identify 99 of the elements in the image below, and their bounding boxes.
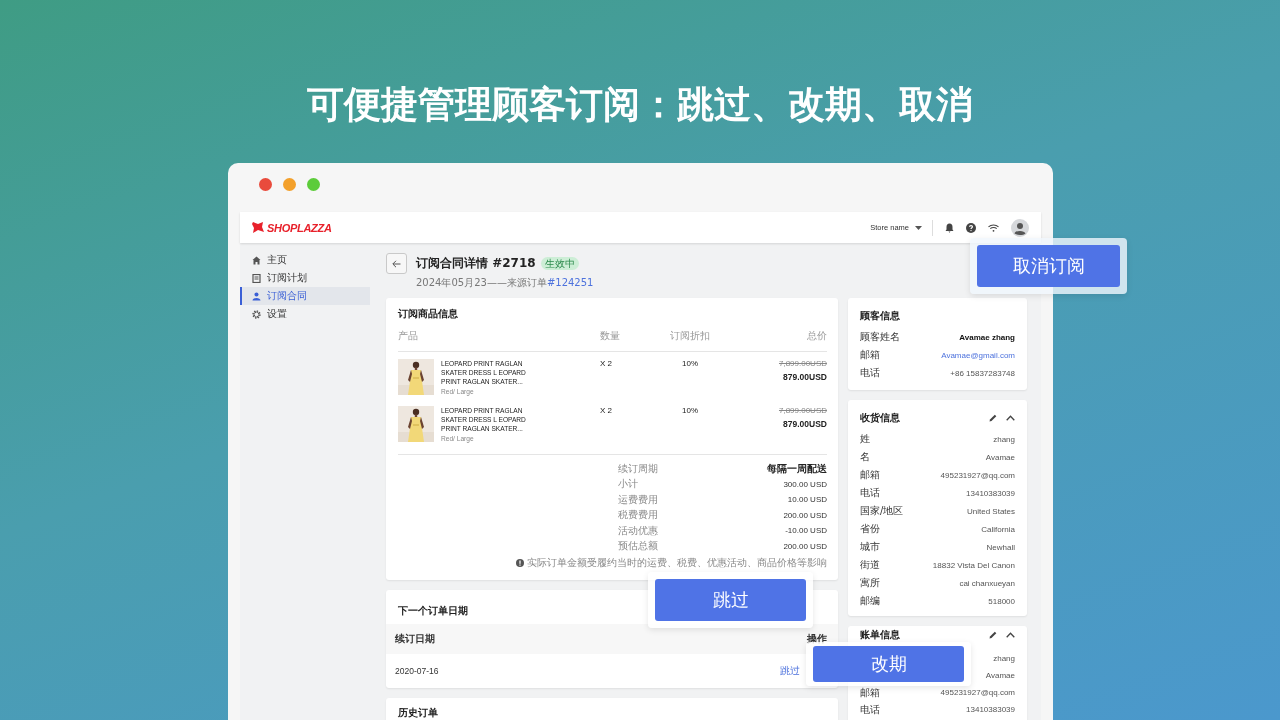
- contract-date: 2024年05月23——来源订单: [416, 277, 547, 288]
- field-value: +86 15837283748: [950, 368, 1015, 378]
- note-text: 实际订单金额受履约当时的运费、税费、优惠活动、商品价格等影响: [527, 556, 827, 570]
- field-value: Avamae: [985, 452, 1015, 462]
- email-link[interactable]: Avamae@gmail.com: [941, 350, 1015, 360]
- gear-icon: [252, 309, 261, 319]
- home-icon: [252, 255, 261, 265]
- maximize-dot[interactable]: [307, 178, 320, 191]
- field-label: 城市: [860, 540, 880, 554]
- info-icon: [516, 559, 524, 567]
- column-header: 续订日期: [395, 632, 435, 646]
- summary-value: 每隔一周配送: [767, 461, 827, 476]
- price: 879.00USD: [783, 372, 827, 382]
- status-badge: 生效中: [540, 257, 579, 270]
- pencil-icon[interactable]: [989, 414, 997, 422]
- column-header: 操作: [807, 632, 827, 646]
- field-value: Newhall: [986, 542, 1015, 552]
- field-label: 邮箱: [860, 348, 880, 362]
- field-label: 寓所: [860, 576, 880, 590]
- field-label: 姓: [860, 432, 870, 446]
- field-value: 495231927@qq.com: [940, 470, 1015, 480]
- quantity: X 2: [600, 406, 613, 417]
- field-value: 13410383039: [966, 488, 1015, 498]
- help-icon[interactable]: [966, 222, 976, 233]
- field-label: 国家/地区: [860, 504, 904, 518]
- column-header: 数量: [600, 329, 621, 343]
- sidebar-item[interactable]: 主页: [240, 251, 370, 269]
- card-title: 历史订单: [398, 707, 439, 719]
- headline: 可便捷管理顾客订阅：跳过、改期、取消: [307, 82, 973, 128]
- field-value: 518000: [988, 596, 1015, 606]
- person-icon: [252, 291, 261, 301]
- price: 879.00USD: [783, 419, 827, 429]
- field-label: 邮编: [860, 594, 880, 608]
- field-value: 13410383039: [966, 705, 1015, 714]
- summary-label: 预估总额: [618, 539, 658, 554]
- summary-value: 10.00 USD: [787, 495, 827, 505]
- bell-icon[interactable]: [945, 222, 954, 233]
- close-dot[interactable]: [259, 178, 272, 191]
- chevron-up-icon[interactable]: [1006, 415, 1015, 421]
- minimize-dot[interactable]: [283, 178, 296, 191]
- card-title: 收货信息: [860, 412, 900, 424]
- field-label: 邮箱: [860, 468, 880, 482]
- summary-value: 300.00 USD: [783, 479, 827, 489]
- field-label: 名: [860, 450, 870, 464]
- field-value: zhang: [993, 434, 1015, 444]
- field-label: 电话: [860, 366, 880, 380]
- field-label: 电话: [860, 702, 880, 717]
- card-title: 下一个订单日期: [398, 605, 468, 616]
- sidebar-item[interactable]: 订阅合同: [240, 287, 370, 305]
- avatar-icon[interactable]: [1011, 218, 1029, 237]
- field-value: 18832 Vista Del Canon: [932, 560, 1015, 570]
- field-label: 顾客姓名: [860, 330, 900, 344]
- pencil-icon[interactable]: [989, 631, 997, 639]
- summary-value: 200.00 USD: [783, 541, 827, 551]
- field-value: cai chanxueyan: [959, 578, 1015, 588]
- chevron-up-icon[interactable]: [1006, 632, 1015, 638]
- summary-value: -10.00 USD: [785, 526, 827, 536]
- column-header: 总价: [806, 329, 827, 343]
- summary-label: 税费费用: [618, 508, 658, 523]
- reschedule-button[interactable]: 改期: [813, 646, 964, 682]
- summary-label: 运费费用: [618, 492, 658, 507]
- renewal-date: 2020-07-16: [395, 666, 439, 676]
- wifi-icon[interactable]: [988, 223, 999, 232]
- card-title: 顾客信息: [860, 309, 901, 323]
- field-value: 495231927@qq.com: [940, 688, 1015, 697]
- skip-button[interactable]: 跳过: [655, 579, 806, 621]
- logo-icon: [251, 221, 265, 234]
- discount: 10%: [681, 406, 699, 417]
- cancel-subscription-button[interactable]: 取消订阅: [977, 245, 1120, 287]
- field-value: California: [981, 524, 1015, 534]
- document-icon: [252, 273, 261, 283]
- sidebar-item[interactable]: 订阅计划: [240, 269, 370, 287]
- field-value: Avamae zhang: [959, 332, 1015, 342]
- summary-value: 200.00 USD: [783, 510, 827, 520]
- discount: 10%: [681, 359, 699, 370]
- sidebar-item[interactable]: 设置: [240, 305, 370, 323]
- field-label: 电话: [860, 486, 880, 500]
- caret-icon: [915, 225, 922, 230]
- summary-label: 小计: [618, 477, 638, 492]
- skip-link[interactable]: 跳过: [780, 664, 800, 678]
- page-title: 订阅合同详情 #2718: [416, 255, 536, 272]
- field-value: United States: [966, 506, 1015, 516]
- original-price: 7,899.00USD: [778, 406, 827, 415]
- order-link[interactable]: #124251: [546, 277, 594, 288]
- field-label: 省份: [860, 522, 880, 536]
- logo-text: SHOPLAZZA: [267, 221, 332, 234]
- column-header: 产品: [398, 329, 419, 343]
- card-title: 账单信息: [860, 629, 900, 641]
- field-label: 邮箱: [860, 685, 880, 700]
- field-label: 街道: [860, 558, 880, 572]
- back-arrow-icon: [392, 259, 401, 268]
- card-title: 订阅商品信息: [398, 308, 459, 320]
- field-value: Avamae: [985, 671, 1015, 680]
- original-price: 7,899.00USD: [778, 359, 827, 368]
- quantity: X 2: [600, 359, 613, 370]
- summary-label: 活动优惠: [618, 523, 658, 538]
- column-header: 订阅折扣: [669, 329, 711, 343]
- field-value: zhang: [993, 654, 1015, 663]
- summary-label: 续订周期: [618, 461, 658, 476]
